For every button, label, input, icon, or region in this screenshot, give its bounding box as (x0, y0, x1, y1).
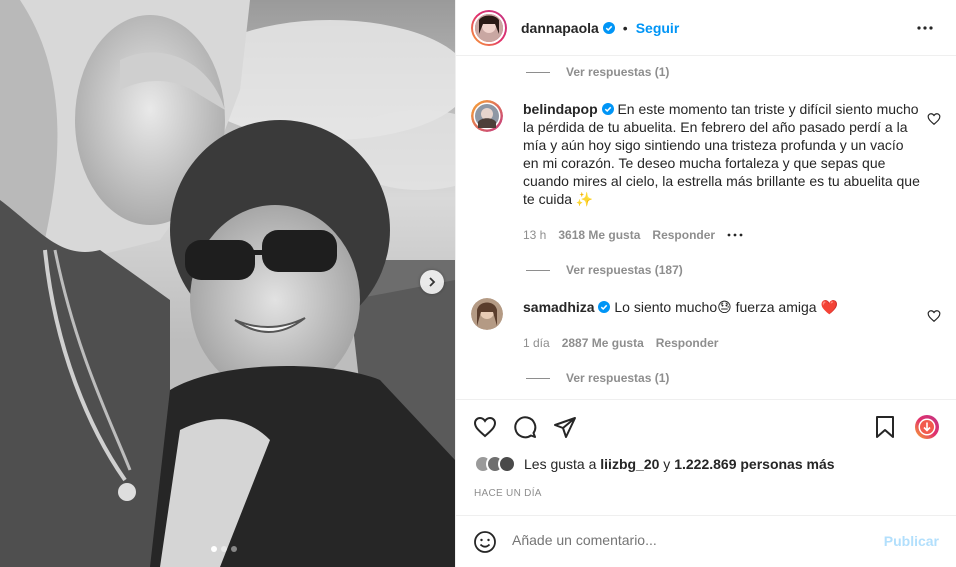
carousel-dot (211, 546, 217, 552)
more-options-button[interactable] (915, 18, 935, 38)
red-heart-emoji-icon: ❤️ (820, 299, 838, 315)
comment-content: Lo siento mucho (614, 299, 718, 315)
comment-time[interactable]: 13 h (523, 228, 546, 242)
post-actions: Les gusta a liizbg_20 y 1.222.869 person… (456, 399, 956, 509)
view-replies-button[interactable]: Ver respuestas (1) (526, 371, 669, 385)
comment-likes[interactable]: 3618 Me gusta (558, 228, 640, 242)
likes-prefix: Les gusta a (524, 456, 601, 472)
likes-summary: Les gusta a liizbg_20 y 1.222.869 person… (474, 455, 835, 473)
separator-dot: • (622, 19, 628, 36)
comment-content-continued: fuerza amiga (731, 299, 821, 315)
author-avatar[interactable] (471, 9, 507, 46)
comments-list: Ver respuestas (1) belindapop En este mo… (456, 57, 956, 399)
liker-username[interactable]: liizbg_20 (600, 456, 659, 472)
post-photo[interactable] (0, 0, 455, 567)
view-replies-label: Ver respuestas (1) (566, 65, 670, 79)
send-icon (554, 417, 576, 438)
comment-composer: Publicar (456, 515, 956, 567)
download-circle-icon (915, 415, 939, 439)
post-image (0, 0, 455, 567)
emoji-icon[interactable] (473, 530, 497, 554)
comment-username[interactable]: samadhiza (523, 299, 595, 315)
comment-time[interactable]: 1 día (523, 336, 550, 350)
replies-line (526, 71, 550, 73)
comment-avatar[interactable] (471, 100, 503, 132)
comment-avatar[interactable] (471, 298, 503, 330)
heart-icon (473, 416, 497, 438)
follow-button[interactable]: Seguir (636, 20, 680, 36)
sad-emoji-icon: 😓 (717, 299, 732, 315)
comment-more-icon[interactable] (727, 233, 743, 237)
carousel-dots (211, 546, 237, 552)
publish-button[interactable]: Publicar (884, 533, 939, 549)
post-time[interactable]: HACE UN DÍA (474, 488, 542, 499)
comment-text: belindapop En este momento tan triste y … (523, 100, 923, 208)
comment-input[interactable] (512, 532, 872, 548)
verified-badge-icon (602, 21, 615, 34)
comment-text: samadhiza Lo siento mucho😓 fuerza amiga … (523, 298, 923, 316)
comment-username[interactable]: belindapop (523, 101, 598, 117)
more-icon (917, 26, 933, 30)
like-comment-heart-icon[interactable] (927, 112, 941, 126)
author-username[interactable]: dannapaola (521, 20, 599, 36)
comment-meta: 13 h 3618 Me gusta Responder (523, 228, 743, 242)
reply-button[interactable]: Responder (656, 336, 719, 350)
chevron-right-icon (429, 277, 436, 287)
view-replies-button[interactable]: Ver respuestas (1) (526, 65, 669, 79)
liker-avatars (474, 455, 516, 473)
view-replies-button[interactable]: Ver respuestas (187) (526, 263, 683, 277)
carousel-next-button[interactable] (420, 270, 444, 294)
comment-likes[interactable]: 2887 Me gusta (562, 336, 644, 350)
replies-line (526, 269, 550, 271)
bookmark-icon (876, 416, 894, 438)
reply-button[interactable]: Responder (652, 228, 715, 242)
view-replies-label: Ver respuestas (1) (566, 371, 670, 385)
comment-button[interactable] (512, 414, 538, 440)
post-header: dannapaola • Seguir (456, 0, 956, 56)
likes-join: y (659, 456, 675, 472)
verified-badge-icon (598, 301, 611, 313)
liker-avatar[interactable] (498, 455, 516, 473)
comment-meta: 1 día 2887 Me gusta Responder (523, 336, 718, 350)
replies-line (526, 377, 550, 379)
like-button[interactable] (472, 414, 498, 440)
like-comment-heart-icon[interactable] (927, 309, 941, 323)
carousel-dot (231, 546, 237, 552)
post-details-panel: dannapaola • Seguir Ver respuestas (1) b… (455, 0, 956, 567)
share-button[interactable] (552, 414, 578, 440)
boost-button[interactable] (914, 414, 940, 440)
view-replies-label: Ver respuestas (187) (566, 263, 683, 277)
likes-count[interactable]: 1.222.869 personas más (674, 456, 834, 472)
save-button[interactable] (872, 414, 898, 440)
verified-badge-icon (601, 103, 614, 115)
comment-bubble-icon (514, 416, 537, 439)
carousel-dot (221, 546, 227, 552)
